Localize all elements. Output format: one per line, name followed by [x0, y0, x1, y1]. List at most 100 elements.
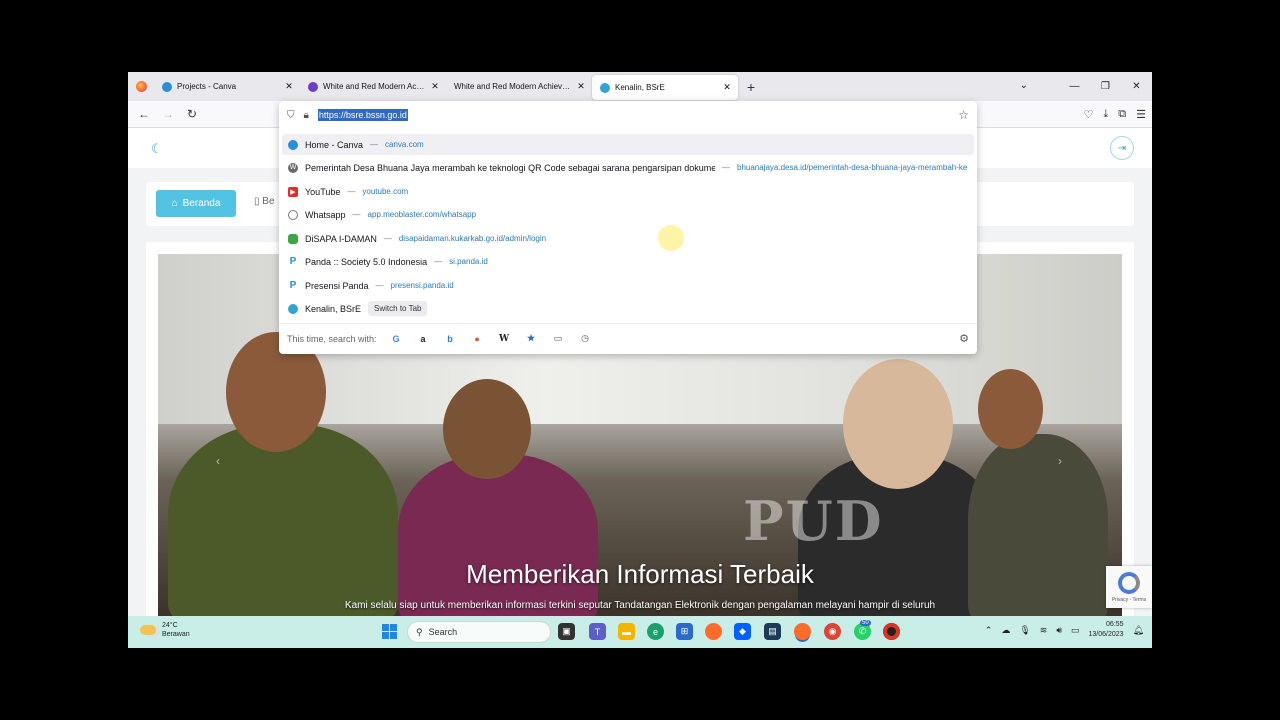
weather-widget[interactable]: 24°C Berawan [140, 621, 190, 639]
wordpress-icon: W [288, 162, 298, 173]
amazon-icon[interactable]: a [416, 334, 431, 344]
firefox-icon [135, 81, 147, 92]
separator: — [434, 257, 443, 266]
clock[interactable]: 06:55 13/06/2023 [1089, 620, 1124, 640]
time: 06:55 [1106, 621, 1124, 628]
dropbox-icon[interactable]: ◆ [734, 623, 751, 640]
pocket-icon[interactable]: ♡ [1084, 108, 1094, 121]
suggestion-item[interactable]: Home - Canva — canva.com [282, 134, 974, 155]
history-icon[interactable]: ◷ [578, 333, 593, 344]
shield-icon[interactable]: ⛉ [287, 110, 295, 121]
downloads-icon[interactable]: ⤓ [1103, 108, 1108, 121]
separator: — [375, 281, 384, 290]
teams-icon[interactable]: T [589, 623, 606, 640]
weather-cloud-icon [140, 625, 156, 635]
minimize-icon[interactable]: — [1059, 81, 1090, 92]
suggestion-url: canva.com [385, 140, 424, 149]
wikipedia-icon[interactable]: W [497, 334, 512, 344]
bookmark-star-icon[interactable]: ☆ [958, 108, 969, 122]
close-icon[interactable]: ✕ [430, 81, 440, 92]
carousel-next-icon[interactable]: › [1058, 454, 1062, 468]
volume-icon[interactable]: 🔊︎ [1056, 625, 1062, 636]
mouse-cursor-highlight [658, 225, 684, 251]
record-icon[interactable] [883, 623, 900, 640]
suggestion-url: presensi.panda.id [390, 281, 454, 290]
switch-to-tab-button[interactable]: Switch to Tab [368, 301, 428, 316]
search-engines-bar: This time, search with: G a b ● W ★ ▭ ◷ … [279, 323, 977, 353]
close-window-icon[interactable]: ✕ [1121, 81, 1152, 92]
cloud-icon[interactable]: ☁ [1001, 625, 1010, 636]
wifi-icon[interactable]: ≋ [1040, 625, 1048, 636]
tab-title: White and Red Modern Achieveme [323, 82, 425, 91]
toolbar-right: ♡ ⤓ ⧉ ☰ [1084, 101, 1146, 128]
bsre-icon [288, 303, 298, 314]
suggestion-item[interactable]: Kenalin, BSrE Switch to Tab [282, 298, 974, 319]
google-icon[interactable]: G [389, 334, 404, 344]
recaptcha-icon [1118, 571, 1140, 594]
close-icon[interactable]: ✕ [284, 81, 294, 92]
microphone-icon[interactable]: 🎙︎ [1019, 625, 1030, 636]
suggestion-title: DiSAPA I-DAMAN [305, 233, 377, 244]
screen: Projects - Canva ✕ White and Red Modern … [128, 72, 1152, 648]
gear-icon[interactable]: ⚙ [959, 332, 969, 345]
file-explorer-icon[interactable]: ▬ [618, 623, 635, 640]
person-4 [968, 434, 1108, 619]
url-bar[interactable]: ⛉ 🔒︎ https://bsre.bssn.go.id [279, 101, 977, 129]
chrome-icon[interactable]: ◉ [824, 623, 841, 640]
chevron-up-icon[interactable]: ⌃ [985, 625, 993, 636]
extensions-icon[interactable]: ⧉ [1118, 108, 1126, 121]
bing-icon[interactable]: b [443, 334, 458, 344]
tab-projects-canva[interactable]: Projects - Canva ✕ [154, 72, 300, 101]
list-all-tabs-icon[interactable]: ⌄ [1020, 80, 1028, 91]
reload-icon[interactable]: ↻ [180, 107, 204, 121]
disapa-icon [288, 233, 298, 244]
login-icon[interactable]: ⇥ [1110, 136, 1134, 160]
suggestion-item[interactable]: P Panda :: Society 5.0 Indonesia — si.pa… [282, 251, 974, 272]
tab-kenalin-bsre[interactable]: Kenalin, BSrE ✕ [592, 75, 738, 100]
suggestion-item[interactable]: Whatsapp — app.meoblaster.com/whatsapp [282, 204, 974, 225]
taskbar-search[interactable]: ⚲ Search [407, 621, 551, 643]
notifications-icon[interactable]: 🔔︎ [1133, 625, 1144, 636]
firefox-view-button[interactable] [128, 72, 154, 101]
task-view-icon[interactable]: ▣ [558, 623, 575, 640]
search-placeholder: Search [428, 627, 458, 637]
firefox-active-icon[interactable] [794, 623, 811, 640]
close-icon[interactable]: ✕ [722, 82, 732, 93]
suggestion-item[interactable]: W Pemerintah Desa Bhuana Jaya merambah k… [282, 157, 974, 178]
dark-mode-icon[interactable]: ☾ [151, 141, 163, 157]
tab-white-red-1[interactable]: White and Red Modern Achieveme ✕ [300, 72, 446, 101]
close-icon[interactable]: ✕ [576, 81, 586, 92]
system-tray: ⌃ ☁ 🎙︎ ≋ 🔊︎ ▭ 06:55 13/06/2023 🔔︎ [985, 620, 1144, 640]
suggestion-item[interactable]: DiSAPA I-DAMAN — disapaidaman.kukarkab.g… [282, 228, 974, 249]
home-icon: ⌂ [171, 198, 178, 209]
url-input[interactable]: https://bsre.bssn.go.id [317, 109, 408, 121]
forward-icon[interactable]: → [156, 107, 180, 121]
duckduckgo-icon[interactable]: ● [470, 334, 485, 344]
restore-icon[interactable]: ❐ [1090, 81, 1121, 92]
person-2-head [443, 379, 531, 479]
firefox-taskbar-icon[interactable] [705, 623, 722, 640]
menu-icon[interactable]: ☰ [1136, 108, 1146, 121]
separator: — [347, 187, 356, 196]
lock-icon[interactable]: 🔒︎ [304, 110, 309, 121]
recaptcha-badge[interactable]: Privacy - Terms [1106, 566, 1152, 608]
back-icon[interactable]: ← [132, 107, 156, 121]
windows-start-icon[interactable] [382, 624, 397, 639]
menu-next[interactable]: ▯ Be [254, 196, 275, 207]
bookmarks-icon[interactable]: ★ [524, 333, 539, 344]
suggestion-item[interactable]: ▶ YouTube — youtube.com [282, 181, 974, 202]
menu-beranda[interactable]: ⌂ Beranda [156, 190, 236, 217]
tab-white-red-2[interactable]: White and Red Modern Achieveme ✕ [446, 72, 592, 101]
app-icon[interactable]: ▤ [764, 623, 781, 640]
tabs-icon[interactable]: ▭ [551, 333, 566, 344]
edge-icon[interactable]: e [647, 623, 664, 640]
panda-icon: P [289, 256, 297, 267]
new-tab-button[interactable]: + [738, 79, 764, 95]
store-icon[interactable]: ⊞ [676, 623, 693, 640]
battery-icon[interactable]: ▭ [1071, 625, 1080, 636]
canva-icon [162, 81, 172, 92]
suggestion-url: youtube.com [362, 187, 409, 196]
suggestion-title: Pemerintah Desa Bhuana Jaya merambah ke … [305, 162, 715, 173]
suggestion-item[interactable]: P Presensi Panda — presensi.panda.id [282, 275, 974, 296]
carousel-prev-icon[interactable]: ‹ [216, 454, 220, 468]
